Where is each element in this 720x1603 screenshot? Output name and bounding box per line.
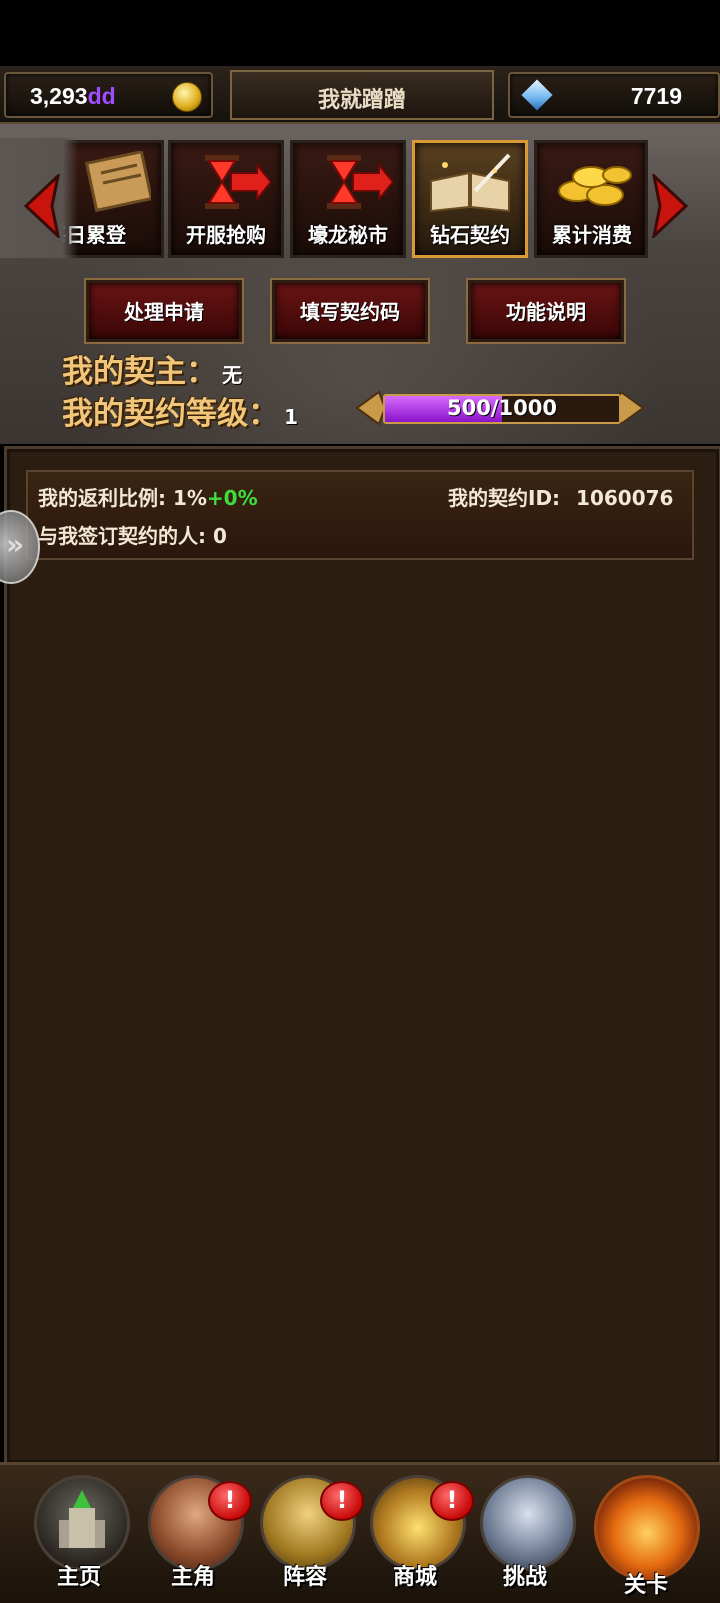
system-status-bar xyxy=(0,0,720,66)
contract-id-value: 1060076 xyxy=(576,486,674,510)
player-name-plate: 我就蹭蹭 xyxy=(230,70,494,120)
nav-lineup[interactable]: ! 阵容 xyxy=(252,1473,364,1593)
contract-list-panel xyxy=(4,446,720,1466)
tab-label: 钻石契约 xyxy=(430,223,510,247)
bottom-navigation: 主页 ! 主角 ! 阵容 ! 商城 挑战 关卡 xyxy=(0,1462,720,1603)
contract-level-value: 1 xyxy=(284,405,299,429)
hourglass-arrow-icon xyxy=(327,155,393,209)
diamond-amount: 7719 xyxy=(630,83,682,109)
castle-icon xyxy=(34,1475,130,1571)
progress-track: 500/1000 xyxy=(383,394,621,424)
nav-label: 关卡 xyxy=(623,1573,668,1598)
contract-master-colon: ： xyxy=(186,354,217,390)
alert-badge-icon: ! xyxy=(208,1481,252,1521)
gold-amount: 3,293dd xyxy=(30,83,116,109)
contract-level-label: 我的契约等级 xyxy=(62,396,248,432)
handle-request-label: 处理申请 xyxy=(124,300,204,324)
contract-info-box: 我的返利比例: 1%+0% 我的契约ID: 1060076 与我签订契约的人: 0 xyxy=(26,470,694,560)
arrow-right-icon[interactable] xyxy=(650,174,690,238)
diamond-icon xyxy=(521,79,553,111)
arrow-left-icon[interactable] xyxy=(22,174,62,238)
crossed-axes-icon xyxy=(480,1475,576,1571)
nav-label: 阵容 xyxy=(282,1565,327,1590)
tab-dragon-market[interactable]: 壕龙秘市 xyxy=(290,140,406,258)
nav-label: 主角 xyxy=(170,1565,215,1590)
tab-diamond-contract[interactable]: 钻石契约 xyxy=(412,140,528,258)
fill-contract-code-button[interactable]: 填写契约码 xyxy=(270,278,430,344)
tab-label: 开服抢购 xyxy=(186,223,266,247)
nav-label: 商城 xyxy=(392,1565,437,1590)
event-banner: 每日累登 开服抢购 壕龙秘市 钻石契约 累计消费 处理申请 填写契约码 功能说明… xyxy=(0,124,720,444)
contract-progress-bar: 500/1000 xyxy=(355,386,645,430)
rebate-ratio: 我的返利比例: 1%+0% xyxy=(38,486,258,510)
tab-label: 壕龙秘市 xyxy=(308,223,388,247)
nav-label: 挑战 xyxy=(502,1565,547,1590)
chevron-right-icon: » xyxy=(6,528,25,561)
contract-id: 我的契约ID: 1060076 xyxy=(448,486,674,510)
fire-emblem-icon xyxy=(594,1475,700,1581)
nav-challenge[interactable]: 挑战 xyxy=(472,1473,578,1593)
player-name: 我就蹭蹭 xyxy=(317,88,406,113)
contract-level-colon: ： xyxy=(248,396,279,432)
nav-shop[interactable]: ! 商城 xyxy=(362,1473,474,1593)
nav-label: 主页 xyxy=(56,1565,101,1590)
fill-contract-code-label: 填写契约码 xyxy=(300,300,400,324)
contract-level-row: 我的契约等级： 1 xyxy=(62,388,298,433)
progress-text: 500/1000 xyxy=(447,396,557,420)
rebate-bonus: +0% xyxy=(206,486,258,510)
gold-coins-icon xyxy=(558,166,632,206)
gold-display[interactable]: 3,293dd xyxy=(4,72,213,118)
contract-master-row: 我的契主： 无 xyxy=(62,346,242,391)
tab-label: 累计消费 xyxy=(552,223,632,247)
nav-stage[interactable]: 关卡 xyxy=(586,1473,706,1598)
alert-badge-icon: ! xyxy=(430,1481,474,1521)
contract-master-label: 我的契主 xyxy=(62,354,186,390)
alert-badge-icon: ! xyxy=(320,1481,364,1521)
gold-coin-icon xyxy=(172,82,202,112)
tab-server-sale[interactable]: 开服抢购 xyxy=(168,140,284,258)
book-quill-icon xyxy=(430,153,511,213)
function-description-label: 功能说明 xyxy=(506,300,586,324)
tab-total-spending[interactable]: 累计消费 xyxy=(534,140,648,258)
signed-count: 与我签订契约的人: 0 xyxy=(38,524,227,548)
diamond-display[interactable]: 7719 xyxy=(508,72,720,118)
contract-master-value: 无 xyxy=(222,363,243,387)
function-description-button[interactable]: 功能说明 xyxy=(466,278,626,344)
handle-request-button[interactable]: 处理申请 xyxy=(84,278,244,344)
gold-unit: dd xyxy=(87,83,116,109)
nav-home[interactable]: 主页 xyxy=(26,1473,132,1593)
hourglass-arrow-icon xyxy=(205,155,271,209)
resource-bar: 3,293dd 我就蹭蹭 7719 xyxy=(0,66,720,124)
nav-hero[interactable]: ! 主角 xyxy=(140,1473,252,1593)
